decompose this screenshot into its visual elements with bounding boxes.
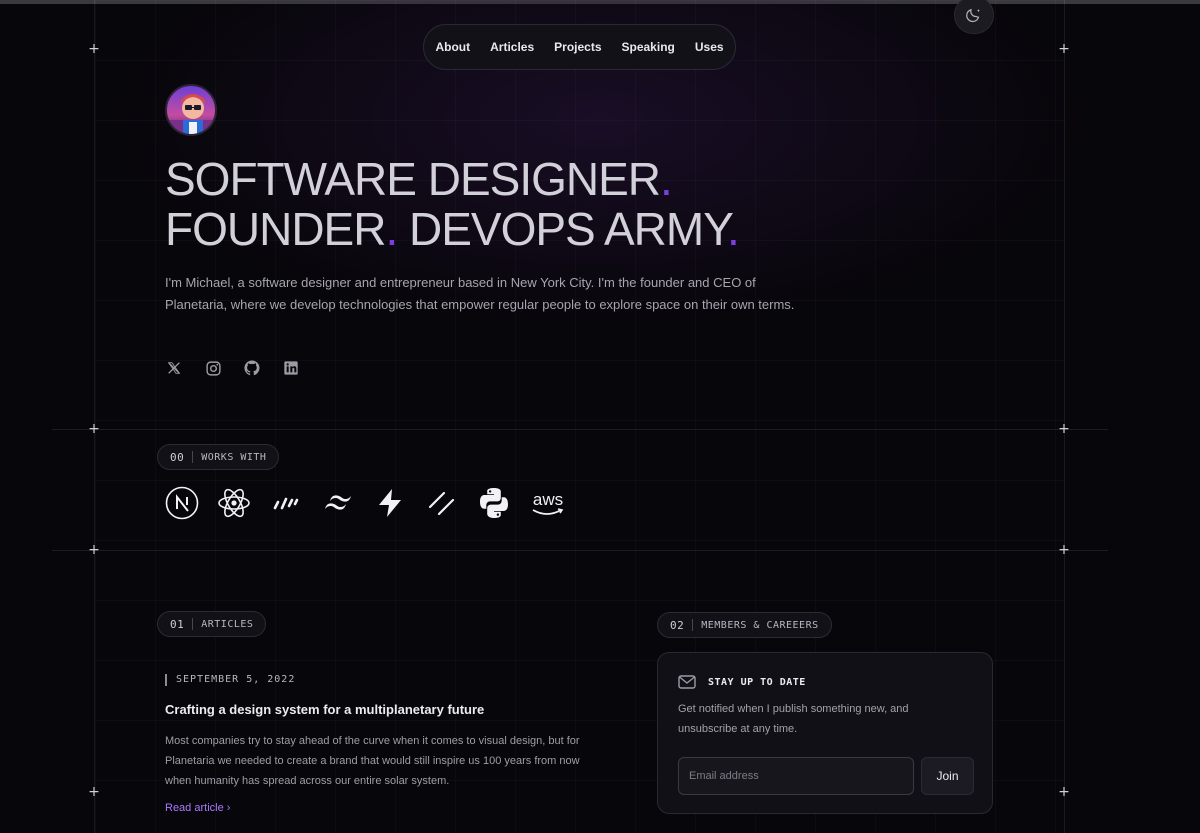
newsletter-card: STAY UP TO DATE Get notified when I publ… xyxy=(657,652,993,814)
python-icon xyxy=(477,486,511,520)
newsletter-text: Get notified when I publish something ne… xyxy=(678,703,909,735)
divider-1 xyxy=(52,429,1108,430)
x-icon[interactable] xyxy=(165,359,183,377)
plus-marker: + xyxy=(1058,784,1070,800)
grid-line-right xyxy=(1064,0,1065,833)
plus-marker: + xyxy=(1058,41,1070,57)
instagram-icon[interactable] xyxy=(204,359,222,377)
plus-marker: + xyxy=(88,41,100,57)
members-badge: 02 MEMBERS & CAREEERS xyxy=(657,612,832,638)
divider-2 xyxy=(52,550,1108,551)
grid-line-left xyxy=(94,0,95,833)
plus-marker: + xyxy=(1058,542,1070,558)
badge-separator xyxy=(192,451,194,463)
supabase-icon xyxy=(373,486,407,520)
works-with-badge: 00 WORKS WITH xyxy=(157,444,280,470)
plus-marker: + xyxy=(88,421,100,437)
nav-speaking[interactable]: Speaking xyxy=(622,40,675,54)
aws-wordmark: aws xyxy=(532,489,564,509)
main-nav: About Articles Projects Speaking Uses xyxy=(423,24,736,70)
plus-marker: + xyxy=(1058,421,1070,437)
badge-separator xyxy=(692,619,694,631)
section-number: 01 xyxy=(170,617,185,631)
aws-icon: aws xyxy=(529,486,567,520)
hero-bio: I'm Michael, a software designer and ent… xyxy=(165,275,795,312)
tailwind-icon xyxy=(321,486,355,520)
linkedin-icon[interactable] xyxy=(282,359,300,377)
nav-projects[interactable]: Projects xyxy=(554,40,601,54)
shadcn-icon xyxy=(425,486,459,520)
join-button[interactable]: Join xyxy=(921,757,974,795)
articles-badge: 01 ARTICLES xyxy=(157,611,267,637)
badge-separator xyxy=(192,618,194,630)
read-article-link[interactable]: Read article › xyxy=(165,802,230,814)
read-article-label: Read article xyxy=(165,802,224,814)
social-links xyxy=(165,359,300,377)
headline-role-3: DEVOPS ARMY xyxy=(409,203,728,255)
react-icon xyxy=(217,486,251,520)
headline-role-2: FOUNDER xyxy=(165,203,386,255)
section-label: MEMBERS & CAREEERS xyxy=(701,619,819,631)
nav-uses[interactable]: Uses xyxy=(695,40,724,54)
github-icon[interactable] xyxy=(243,359,261,377)
headline-dot: . xyxy=(385,203,398,255)
newsletter-header: STAY UP TO DATE xyxy=(678,675,806,689)
section-number: 02 xyxy=(670,618,685,632)
plus-marker: + xyxy=(88,784,100,800)
email-field[interactable] xyxy=(678,757,914,795)
mail-icon xyxy=(678,675,696,689)
section-label: WORKS WITH xyxy=(201,451,267,463)
headline-line-2: FOUNDER. DEVOPS ARMY. xyxy=(165,203,740,255)
section-label: ARTICLES xyxy=(201,618,254,630)
vite-icon xyxy=(269,486,303,520)
newsletter-title: STAY UP TO DATE xyxy=(708,676,806,688)
plus-marker: + xyxy=(88,542,100,558)
article-date: SEPTEMBER 5, 2022 xyxy=(165,674,295,686)
article-title[interactable]: Crafting a design system for a multiplan… xyxy=(165,702,484,717)
headline-dot: . xyxy=(726,203,740,255)
tech-logos: aws xyxy=(165,486,567,520)
nav-about[interactable]: About xyxy=(435,40,470,54)
headline-line-1: SOFTWARE DESIGNER. xyxy=(165,154,739,204)
hero-headline: SOFTWARE DESIGNER. FOUNDER. DEVOPS ARMY. xyxy=(165,154,740,255)
headline-dot: . xyxy=(660,153,673,205)
headline-role-1: SOFTWARE DESIGNER xyxy=(165,153,661,205)
nav-articles[interactable]: Articles xyxy=(490,40,534,54)
nextjs-icon xyxy=(165,486,199,520)
chevron-right-icon: › xyxy=(226,802,231,814)
avatar xyxy=(165,84,217,136)
moon-icon xyxy=(966,8,981,23)
section-number: 00 xyxy=(170,450,185,464)
article-summary: Most companies try to stay ahead of the … xyxy=(165,735,580,787)
